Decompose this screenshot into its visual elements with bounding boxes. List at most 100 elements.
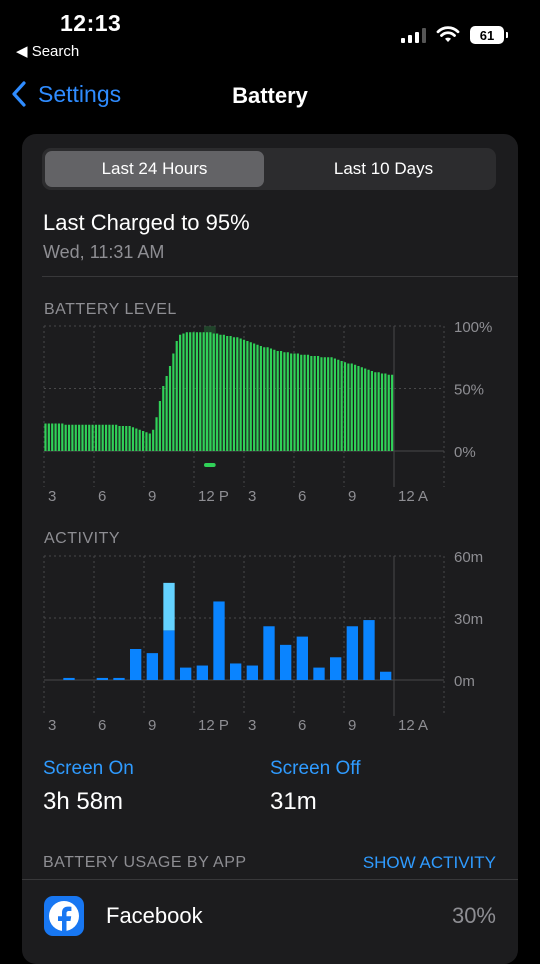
facebook-icon [44,896,84,936]
page-title: Battery [232,83,308,108]
battery-bar [303,354,306,451]
screen-on-label: Screen On [43,758,134,779]
battery-bar [135,428,138,451]
battery-bar [125,426,128,451]
activity-bar-screen-on [246,665,258,680]
battery-bar [108,424,111,451]
battery-card: Last 24 Hours Last 10 Days Last Charged … [22,134,518,964]
battery-bar [239,338,242,451]
x-tick-label: 6 [98,717,106,734]
battery-bar [384,373,387,451]
last-charged-date: Wed, 11:31 AM [43,242,165,262]
battery-bar [222,334,225,451]
battery-bar [91,424,94,451]
battery-bar [145,432,148,451]
activity-bar-screen-on [130,649,142,680]
activity-bar-screen-on [163,630,175,680]
battery-bar [323,357,326,451]
battery-bar [306,354,310,451]
activity-bar-screen-on [346,626,358,680]
battery-bar [357,366,360,451]
battery-bar [148,433,151,451]
y-tick-label: 0% [454,444,476,461]
battery-bar [249,342,252,451]
battery-bar [226,336,229,451]
battery-bar [195,332,199,451]
battery-bar [152,429,155,451]
segment-last-10-days[interactable]: Last 10 Days [274,151,493,187]
status-time: 12:13 [60,10,122,36]
battery-bar [391,374,394,451]
battery-bar [236,337,239,451]
battery-bar [387,374,390,451]
x-tick-label: 3 [248,717,256,734]
battery-bar [340,361,343,451]
battery-bar [131,427,135,451]
x-tick-label: 3 [48,717,56,734]
battery-bar [202,332,205,451]
battery-bar [98,424,101,451]
battery-bar [121,426,124,451]
battery-bar [253,343,256,451]
x-tick-label: 6 [98,488,106,505]
x-tick-label: 6 [298,717,306,734]
battery-bar [276,351,279,451]
battery-icon: 61 [470,26,508,44]
battery-bar [64,424,67,451]
usage-label: BATTERY USAGE BY APP [43,854,247,871]
battery-bar [115,424,118,451]
battery-bar [364,368,367,451]
x-tick-label: 3 [48,488,56,505]
back-to-app-link[interactable]: ◀ Search [16,42,79,60]
activity-bar-screen-on [363,620,375,680]
battery-bar [162,386,165,451]
last-charged-title: Last Charged to 95% [43,210,250,235]
battery-bar [216,333,219,451]
battery-bar [350,363,353,451]
activity-bar-screen-on [146,653,158,680]
battery-bar [185,332,188,451]
battery-bar [182,333,185,451]
wifi-icon [436,26,460,42]
app-percent: 30% [451,903,496,928]
status-icons: 61 [401,26,508,44]
x-tick-label: 9 [348,488,356,505]
battery-bar [259,346,262,451]
battery-bar [199,332,202,451]
activity-bar-screen-on [230,663,242,680]
battery-bar [300,354,303,451]
screen-off-value: 31m [270,788,317,815]
battery-bar [84,424,87,451]
activity-bar-screen-on [380,671,392,680]
battery-level-chart: 100% 50% 0% 3 6 9 12 P 3 6 9 12 A [43,319,492,505]
app-name: Facebook [106,903,203,928]
app-row-facebook[interactable]: Facebook 30% [22,879,518,949]
x-tick-label: 9 [348,717,356,734]
y-tick-label: 30m [454,611,483,628]
battery-bar [316,356,320,451]
battery-bar [370,371,374,451]
battery-bar [54,423,57,451]
x-tick-label: 6 [298,488,306,505]
battery-bar [283,352,286,451]
x-tick-label: 9 [148,488,156,505]
battery-bar [51,423,54,451]
show-activity-button[interactable]: SHOW ACTIVITY [363,853,496,873]
battery-bar [360,367,363,451]
battery-bar [367,369,370,451]
segment-last-24-hours[interactable]: Last 24 Hours [45,151,264,187]
activity-bar-screen-on [296,636,308,680]
activity-chart: 60m30m0m36912 P36912 A19 Oct20 Oct [43,549,483,734]
battery-bar [44,423,47,451]
battery-bar [343,362,347,451]
navigation-bar: Settings Battery [0,70,540,126]
activity-bar-screen-on [280,644,292,680]
battery-bar [232,337,236,451]
battery-bar [333,358,336,451]
activity-bar-screen-on [313,667,325,680]
battery-bar [212,333,215,451]
y-tick-label: 0m [454,673,475,690]
battery-bar [138,429,141,451]
battery-bar [175,341,178,451]
battery-bar [88,424,91,451]
